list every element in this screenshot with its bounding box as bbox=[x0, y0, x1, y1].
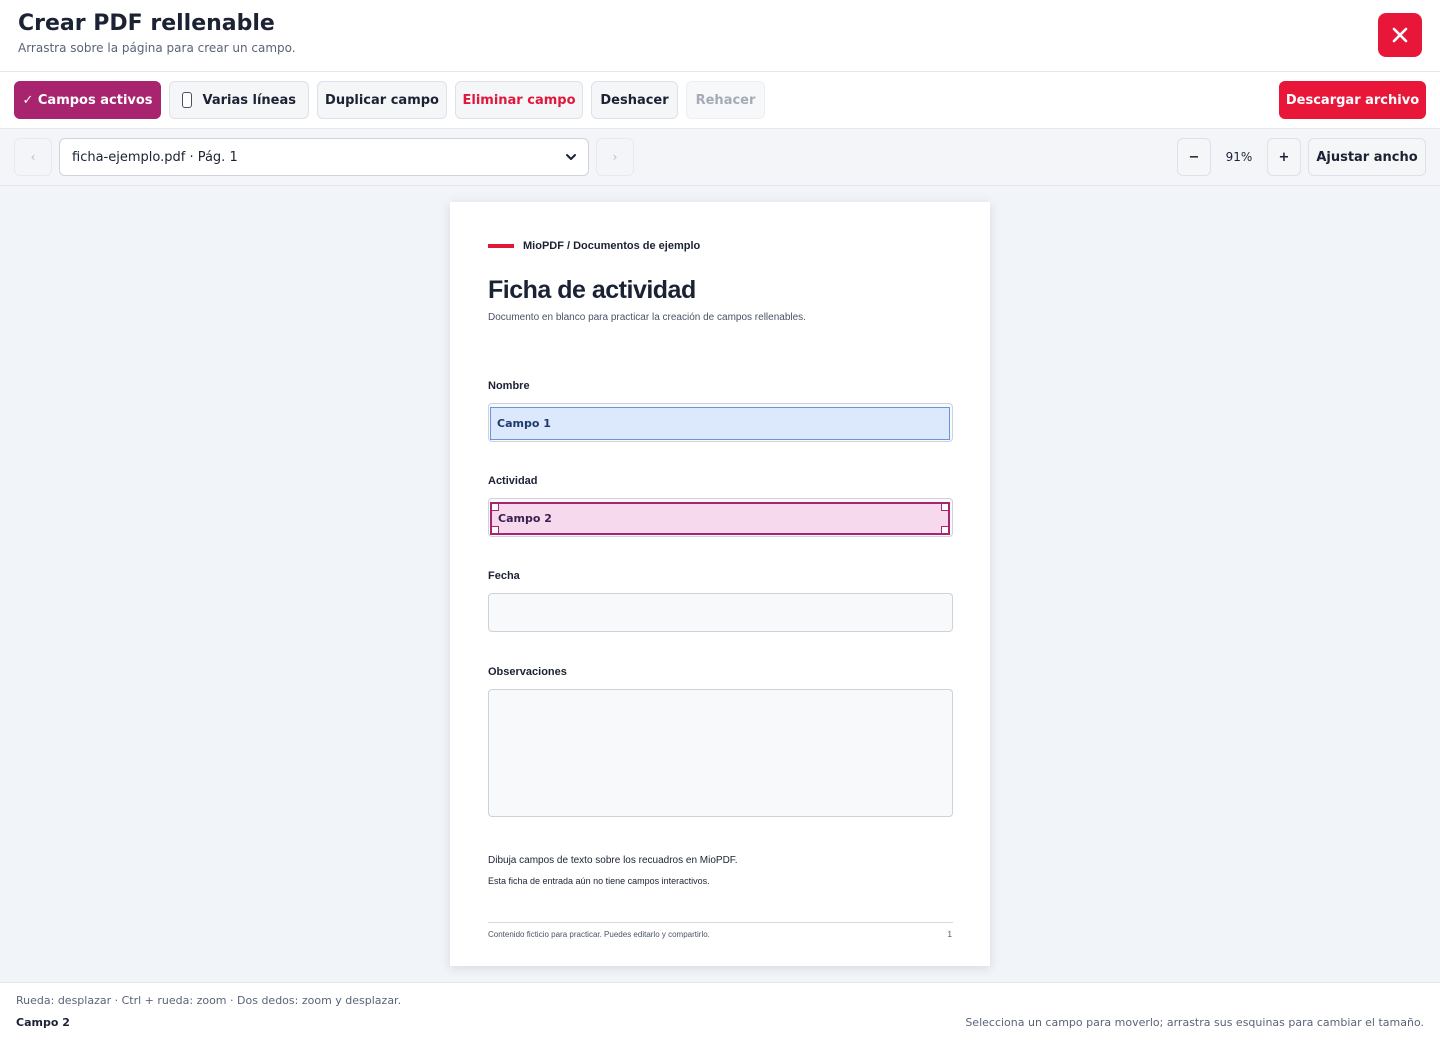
page-title: Crear PDF rellenable bbox=[18, 11, 275, 36]
instruction-note-1: Dibuja campos de texto sobre los recuadr… bbox=[488, 855, 738, 866]
page-select[interactable]: ficha-ejemplo.pdf · Pág. 1 bbox=[59, 138, 589, 176]
form-field-label: Campo 2 bbox=[498, 512, 552, 525]
zoom-out-button[interactable]: − bbox=[1177, 138, 1211, 176]
label-actividad: Actividad bbox=[488, 475, 538, 487]
form-field-campo-2[interactable]: Campo 2 bbox=[490, 502, 950, 535]
box-fecha bbox=[488, 593, 953, 632]
footer-text: Contenido ficticio para practicar. Puede… bbox=[488, 930, 710, 939]
fit-width-button[interactable]: Ajustar ancho bbox=[1308, 138, 1426, 176]
prev-page-button[interactable]: ‹ bbox=[14, 138, 52, 176]
pdf-canvas[interactable]: MioPDF / Documentos de ejemplo Ficha de … bbox=[0, 186, 1440, 982]
resize-handle-top-right[interactable] bbox=[941, 503, 949, 511]
close-button[interactable] bbox=[1378, 13, 1422, 57]
campos-activos-toggle[interactable]: ✓ Campos activos bbox=[14, 81, 161, 119]
pdf-page[interactable]: MioPDF / Documentos de ejemplo Ficha de … bbox=[450, 202, 990, 966]
box-observaciones bbox=[488, 689, 953, 817]
chevron-down-icon bbox=[566, 154, 576, 160]
label-nombre: Nombre bbox=[488, 380, 530, 392]
instruction-note-2: Esta ficha de entrada aún no tiene campo… bbox=[488, 876, 710, 886]
page-number: 1 bbox=[947, 930, 952, 939]
page-select-value: ficha-ejemplo.pdf · Pág. 1 bbox=[72, 149, 238, 165]
resize-handle-bottom-left[interactable] bbox=[491, 526, 499, 534]
toolbar: ✓ Campos activos Varias líneas Duplicar … bbox=[0, 72, 1440, 129]
form-field-campo-1[interactable]: Campo 1 bbox=[490, 407, 950, 440]
label-fecha: Fecha bbox=[488, 570, 520, 582]
rehacer-button[interactable]: Rehacer bbox=[686, 81, 765, 119]
resize-handle-top-left[interactable] bbox=[491, 503, 499, 511]
document-subtitle: Documento en blanco para practicar la cr… bbox=[488, 312, 806, 323]
status-bar: Rueda: desplazar · Ctrl + rueda: zoom · … bbox=[0, 982, 1440, 1040]
navigation-hint: Rueda: desplazar · Ctrl + rueda: zoom · … bbox=[16, 994, 402, 1007]
duplicar-campo-button[interactable]: Duplicar campo bbox=[317, 81, 447, 119]
checkbox-icon[interactable] bbox=[182, 92, 193, 108]
brand-bar bbox=[488, 244, 514, 248]
varias-lineas-toggle[interactable]: Varias líneas bbox=[169, 81, 309, 119]
next-page-button[interactable]: › bbox=[596, 138, 634, 176]
document-title: Ficha de actividad bbox=[488, 276, 696, 304]
page-subtitle: Arrastra sobre la página para crear un c… bbox=[18, 41, 296, 55]
label-observaciones: Observaciones bbox=[488, 666, 567, 678]
app-header: Crear PDF rellenable Arrastra sobre la p… bbox=[0, 0, 1440, 72]
eliminar-campo-button[interactable]: Eliminar campo bbox=[455, 81, 583, 119]
varias-lineas-label: Varias líneas bbox=[202, 92, 296, 108]
help-text: Selecciona un campo para moverlo; arrast… bbox=[965, 1016, 1424, 1029]
page-navigation-bar: ‹ ficha-ejemplo.pdf · Pág. 1 › − 91% + A… bbox=[0, 129, 1440, 186]
descargar-archivo-button[interactable]: Descargar archivo bbox=[1279, 81, 1426, 119]
zoom-level: 91% bbox=[1225, 150, 1253, 164]
footer-divider bbox=[488, 922, 953, 923]
selected-field-name: Campo 2 bbox=[16, 1016, 70, 1029]
zoom-in-button[interactable]: + bbox=[1267, 138, 1301, 176]
deshacer-button[interactable]: Deshacer bbox=[591, 81, 678, 119]
resize-handle-bottom-right[interactable] bbox=[941, 526, 949, 534]
brand-text: MioPDF / Documentos de ejemplo bbox=[523, 240, 701, 252]
close-icon bbox=[1392, 27, 1408, 43]
form-field-label: Campo 1 bbox=[497, 417, 551, 430]
